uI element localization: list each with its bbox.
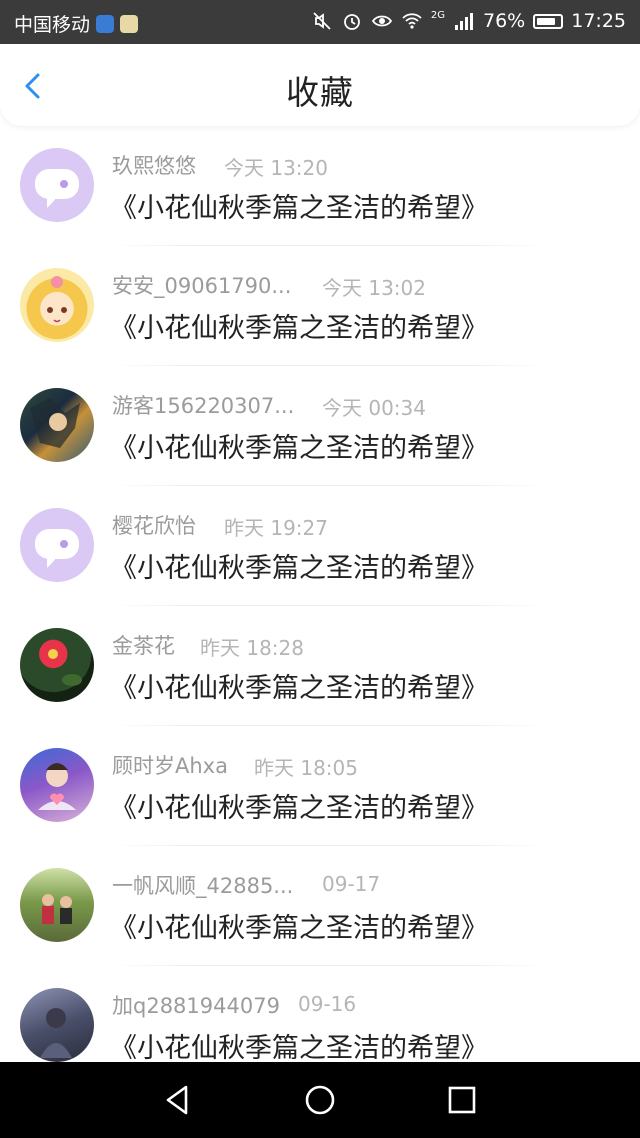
list-item[interactable]: 游客156220307... 今天 00:34 《小花仙秋季篇之圣洁的希望》: [0, 366, 640, 486]
list-item[interactable]: 玖熙悠悠 今天 13:20 《小花仙秋季篇之圣洁的希望》: [0, 126, 640, 246]
username[interactable]: 一帆风顺_42885...: [112, 870, 293, 900]
battery-percent: 76%: [483, 10, 526, 32]
list-item[interactable]: 加q2881944079 09-16 《小花仙秋季篇之圣洁的希望》: [0, 966, 640, 1062]
shield-icon: [96, 14, 115, 33]
item-title[interactable]: 《小花仙秋季篇之圣洁的希望》: [110, 786, 488, 825]
nav-back-icon[interactable]: [160, 1082, 196, 1118]
list-item[interactable]: 金茶花 昨天 18:28 《小花仙秋季篇之圣洁的希望》: [0, 606, 640, 726]
avatar[interactable]: [20, 988, 94, 1062]
avatar[interactable]: [20, 508, 94, 582]
username[interactable]: 顾时岁Ahxa: [112, 750, 228, 780]
nav-recents-icon[interactable]: [444, 1082, 480, 1118]
username[interactable]: 金茶花: [112, 630, 175, 660]
item-title[interactable]: 《小花仙秋季篇之圣洁的希望》: [110, 1026, 488, 1062]
signal-icon: [455, 13, 473, 30]
avatar[interactable]: [20, 388, 94, 462]
item-title[interactable]: 《小花仙秋季篇之圣洁的希望》: [110, 306, 488, 345]
alarm-icon: [343, 14, 360, 30]
item-title[interactable]: 《小花仙秋季篇之圣洁的希望》: [110, 426, 488, 465]
username[interactable]: 安安_09061790...: [112, 270, 291, 300]
username[interactable]: 加q2881944079: [112, 990, 280, 1020]
eye-icon: [371, 15, 392, 27]
battery-icon: [533, 13, 564, 29]
timestamp: 09-16: [298, 992, 357, 1016]
timestamp: 09-17: [322, 872, 381, 896]
clock: 17:25: [571, 10, 626, 32]
item-title[interactable]: 《小花仙秋季篇之圣洁的希望》: [110, 186, 488, 225]
timestamp: 今天 00:34: [322, 396, 426, 420]
list-item[interactable]: 樱花欣怡 昨天 19:27 《小花仙秋季篇之圣洁的希望》: [0, 486, 640, 606]
network-type: 2G: [430, 9, 445, 21]
avatar[interactable]: [20, 628, 94, 702]
list-item[interactable]: 顾时岁Ahxa 昨天 18:05 《小花仙秋季篇之圣洁的希望》: [0, 726, 640, 846]
avatar[interactable]: [20, 148, 94, 222]
item-title[interactable]: 《小花仙秋季篇之圣洁的希望》: [110, 906, 488, 945]
avatar[interactable]: [20, 868, 94, 942]
page-title: 收藏: [286, 73, 354, 112]
list-item[interactable]: 安安_09061790... 今天 13:02 《小花仙秋季篇之圣洁的希望》: [0, 246, 640, 366]
avatar[interactable]: [20, 748, 94, 822]
username[interactable]: 游客156220307...: [112, 390, 294, 420]
timestamp: 昨天 18:28: [200, 636, 304, 660]
timestamp: 昨天 19:27: [224, 516, 328, 540]
username[interactable]: 玖熙悠悠: [112, 150, 196, 180]
timestamp: 今天 13:20: [224, 156, 328, 180]
item-title[interactable]: 《小花仙秋季篇之圣洁的希望》: [110, 666, 488, 705]
status-bar: 中国移动 2G 76% 17:25: [0, 0, 640, 44]
favorites-list[interactable]: 玖熙悠悠 今天 13:20 《小花仙秋季篇之圣洁的希望》 安安_09061790…: [0, 126, 640, 1062]
navigation-bar: [0, 1062, 640, 1138]
app-notification-icon: [120, 14, 139, 33]
nav-home-icon[interactable]: [302, 1082, 338, 1118]
item-title[interactable]: 《小花仙秋季篇之圣洁的希望》: [110, 546, 488, 585]
mute-icon: [313, 12, 331, 30]
wifi-icon: [402, 13, 422, 29]
avatar[interactable]: [20, 268, 94, 342]
header: 收藏: [0, 44, 640, 126]
carrier-label: 中国移动: [14, 14, 91, 36]
username[interactable]: 樱花欣怡: [112, 510, 196, 540]
timestamp: 今天 13:02: [322, 276, 426, 300]
timestamp: 昨天 18:05: [254, 756, 358, 780]
list-item[interactable]: 一帆风顺_42885... 09-17 《小花仙秋季篇之圣洁的希望》: [0, 846, 640, 966]
